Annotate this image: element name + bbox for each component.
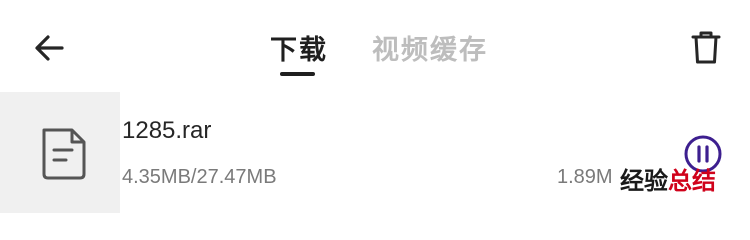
document-icon (42, 128, 86, 180)
watermark: 经验总结 (620, 161, 716, 196)
watermark-text-1: 经验 (620, 167, 668, 195)
trash-icon (691, 31, 721, 64)
file-name: 1285.rar (122, 117, 212, 144)
watermark-text-2: 总结 (668, 167, 716, 195)
top-bar: 下载 视频缓存 (0, 0, 750, 92)
file-thumbnail (0, 92, 120, 213)
delete-button[interactable] (686, 28, 726, 68)
download-speed: 1.89M (557, 166, 613, 188)
active-tab-indicator (280, 72, 315, 76)
tab-video-cache[interactable]: 视频缓存 (372, 28, 488, 67)
tab-downloads[interactable]: 下载 (270, 28, 328, 67)
arrow-left-icon (35, 35, 64, 61)
download-progress-text: 4.35MB/27.47MB (122, 166, 277, 188)
back-button[interactable] (30, 30, 70, 66)
